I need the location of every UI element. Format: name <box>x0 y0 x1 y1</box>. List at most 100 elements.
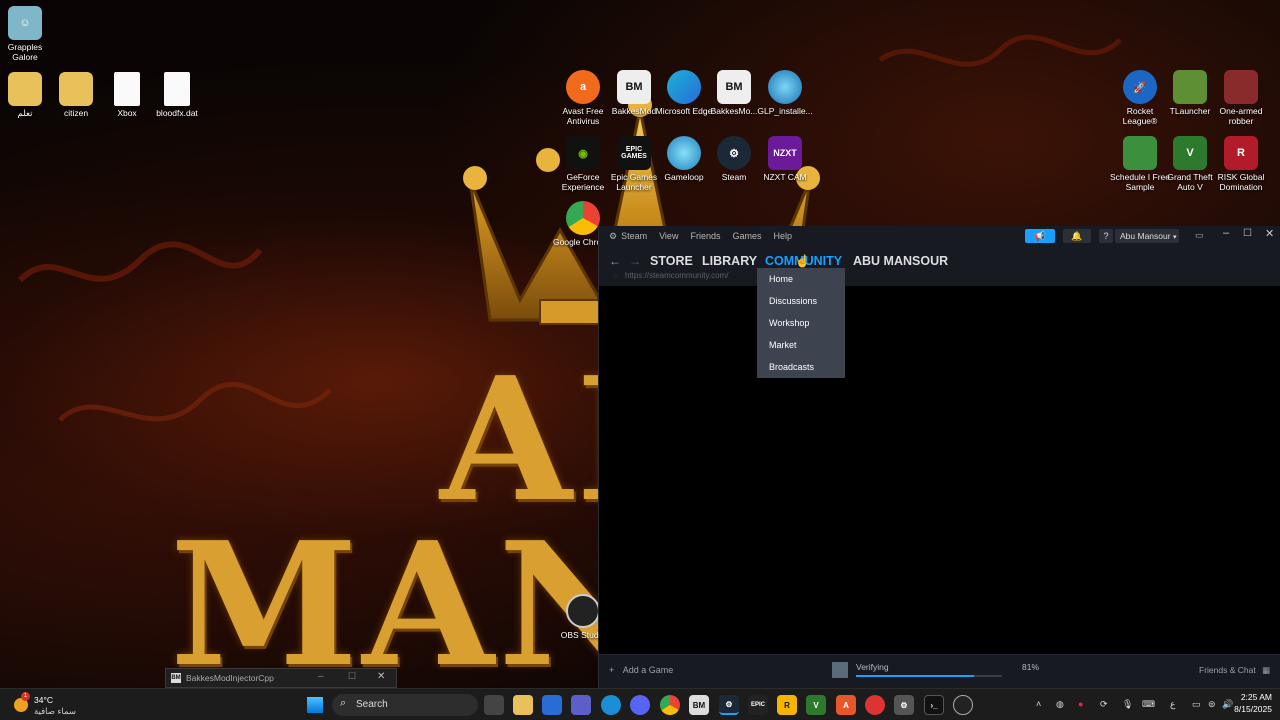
obs-icon <box>566 594 600 628</box>
tray-sync-icon[interactable]: ⟳ <box>1100 699 1108 710</box>
display-icon[interactable]: ▭ <box>1192 699 1201 710</box>
file-icon <box>164 72 190 106</box>
gta-icon: V <box>1173 136 1207 170</box>
menu-steam[interactable]: Steam <box>621 231 647 241</box>
maximize-icon[interactable]: ☐ <box>348 671 356 682</box>
download-percent: 81% <box>1022 662 1040 672</box>
store-icon[interactable] <box>542 695 562 715</box>
desktop-icon-grapples-galore[interactable]: ☺ Grapples Galore <box>0 6 50 62</box>
browser-icon[interactable] <box>865 695 885 715</box>
desktop-icon-risk[interactable]: R RISK Global Domination <box>1211 136 1271 192</box>
installer-icon <box>768 70 802 104</box>
search-label: Search <box>356 699 388 710</box>
weather-widget[interactable]: 1 34°C سماء صافية <box>14 692 104 718</box>
steam-window: ⚙ Steam View Friends Games Help 📢 🔔 ? Ab… <box>598 226 1280 688</box>
game-icon: ☺ <box>8 6 42 40</box>
game-icon <box>1123 136 1157 170</box>
add-game-label: Add a Game <box>622 665 674 675</box>
chevron-down-icon: ▾ <box>1172 234 1177 241</box>
obs-icon[interactable] <box>953 695 973 715</box>
tray-app-icon[interactable]: ◍ <box>1056 699 1064 710</box>
friends-chat-button[interactable]: Friends & Chat ▦ <box>1199 665 1270 676</box>
chevron-up-icon[interactable]: ˄ <box>1036 699 1041 709</box>
download-progress-fill <box>856 675 975 677</box>
help-button[interactable]: ? <box>1099 229 1113 243</box>
friends-chat-label: Friends & Chat <box>1199 665 1256 675</box>
bakkesmod-icon: BM <box>717 70 751 104</box>
account-menu[interactable]: Abu Mansour ▾ <box>1115 229 1179 243</box>
language-indicator[interactable]: ع <box>1170 699 1175 710</box>
desktop-icon-nzxt[interactable]: NZXT NZXT CAM <box>755 136 815 182</box>
settings-icon[interactable]: ⚙ <box>894 695 914 715</box>
url-bar: https://steamcommunity.com/ <box>625 271 729 280</box>
chat-icon: ▦ <box>1262 665 1271 675</box>
menu-view[interactable]: View <box>659 231 678 241</box>
tlauncher-icon <box>1173 70 1207 104</box>
close-icon[interactable]: ✕ <box>377 671 385 682</box>
minimize-icon[interactable]: – <box>1223 227 1229 239</box>
dropdown-item-broadcasts[interactable]: Broadcasts <box>757 356 845 378</box>
notifications-button[interactable]: 🔔 <box>1063 229 1091 243</box>
desktop-icon-glp-installer[interactable]: GLP_installe... <box>755 70 815 116</box>
folder-icon <box>8 72 42 106</box>
close-icon[interactable]: ✕ <box>1265 227 1274 240</box>
bakkesmod-window-title: BakkesModInjectorCpp <box>186 673 274 683</box>
edge-icon[interactable] <box>601 695 621 715</box>
add-game-button[interactable]: + Add a Game <box>609 665 673 675</box>
teams-icon[interactable] <box>571 695 591 715</box>
epic-icon: EPIC GAMES <box>617 136 651 170</box>
epic-icon[interactable]: EPIC <box>748 695 768 715</box>
nav-profile[interactable]: ABU MANSOUR <box>853 254 948 268</box>
rockstar-icon[interactable]: R <box>777 695 797 715</box>
tray-antivirus-icon[interactable]: ● <box>1078 699 1083 709</box>
risk-icon: R <box>1224 136 1258 170</box>
avast-icon: a <box>566 70 600 104</box>
file-icon <box>114 72 140 106</box>
back-arrow-icon[interactable]: ← <box>609 254 621 268</box>
menu-friends[interactable]: Friends <box>690 231 720 241</box>
weather-description: سماء صافية <box>34 706 76 716</box>
gta-icon[interactable]: V <box>806 695 826 715</box>
chrome-icon[interactable] <box>660 695 680 715</box>
big-picture-icon[interactable]: ▭ <box>1195 230 1204 241</box>
task-view-icon[interactable] <box>484 695 504 715</box>
announcement-button[interactable]: 📢 <box>1025 229 1055 243</box>
dropdown-item-market[interactable]: Market <box>757 334 845 356</box>
keyboard-icon[interactable]: ⌨ <box>1142 699 1155 710</box>
download-status[interactable]: Verifying 81% <box>832 661 1042 681</box>
download-progress-track <box>856 675 1002 677</box>
forward-arrow-icon[interactable]: → <box>629 254 641 268</box>
steam-icon: ⚙ <box>717 136 751 170</box>
dropdown-item-discussions[interactable]: Discussions <box>757 290 845 312</box>
dropdown-item-workshop[interactable]: Workshop <box>757 312 845 334</box>
megaphone-icon: 📢 <box>1034 230 1046 241</box>
file-explorer-icon[interactable] <box>513 695 533 715</box>
bakkesmod-icon: BM <box>171 673 181 683</box>
question-icon: ? <box>1103 231 1109 241</box>
terminal-icon[interactable]: ›_ <box>924 695 944 715</box>
nav-library[interactable]: LIBRARY <box>702 254 757 268</box>
maximize-icon[interactable]: ☐ <box>1243 228 1252 239</box>
app-orange-icon[interactable]: A <box>836 695 856 715</box>
clock[interactable]: 2:25 AM 8/15/2025 <box>1228 692 1272 714</box>
desktop-icon-one-armed-robber[interactable]: One-armed robber <box>1211 70 1271 126</box>
windows-start-icon[interactable] <box>307 697 323 713</box>
menu-help[interactable]: Help <box>773 231 792 241</box>
community-dropdown: Home Discussions Workshop Market Broadca… <box>757 268 845 378</box>
steam-bottom-bar: + Add a Game Verifying 81% Friends & Cha… <box>599 654 1280 688</box>
network-icon[interactable]: ⊜ <box>1208 699 1216 710</box>
minimize-icon[interactable]: – <box>318 671 324 682</box>
search-icon: ⌕ <box>340 697 347 709</box>
menu-games[interactable]: Games <box>732 231 761 241</box>
dropdown-item-home[interactable]: Home <box>757 268 845 290</box>
search-box[interactable]: ⌕ Search <box>332 694 478 716</box>
bakkesmod-icon[interactable]: BM <box>689 695 709 715</box>
weather-temp: 34°C <box>34 695 53 705</box>
game-thumbnail-icon <box>832 662 848 678</box>
discord-icon[interactable] <box>630 695 650 715</box>
desktop-icon-bloodfx[interactable]: bloodfx.dat <box>147 72 207 118</box>
microphone-icon[interactable]: 🎙 <box>1122 699 1133 710</box>
steam-icon[interactable]: ⚙ <box>719 695 739 715</box>
bakkesmod-window[interactable]: BM BakkesModInjectorCpp – ☐ ✕ <box>165 668 397 688</box>
nav-store[interactable]: STORE <box>650 254 693 268</box>
